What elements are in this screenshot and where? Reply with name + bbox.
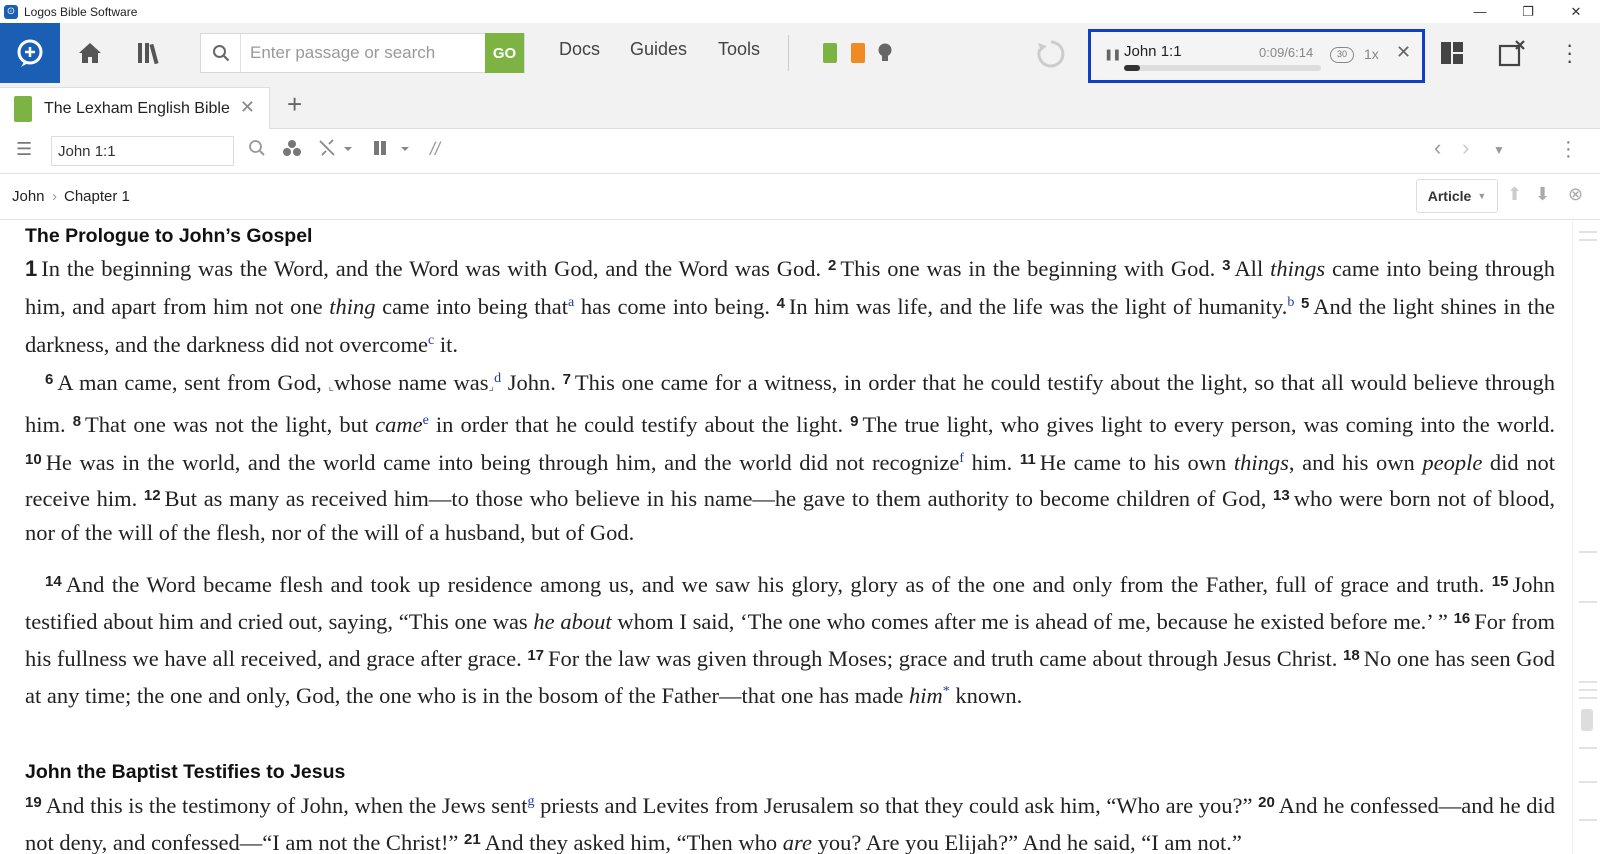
- breadcrumb-bar: John › Chapter 1 Article ▼ ⬆ ⬇ ⊗: [0, 174, 1600, 220]
- window-title: Logos Bible Software: [24, 4, 138, 19]
- skip-back-30-icon[interactable]: 30: [1330, 47, 1354, 63]
- tab-strip: The Lexham English Bible ✕ +: [0, 83, 1600, 129]
- next-section-icon[interactable]: ⬇: [1535, 184, 1550, 205]
- resource-toolbar: ☰ // ‹ › ▼ ···: [0, 129, 1600, 174]
- panel-more-icon[interactable]: · · ·: [1565, 132, 1572, 166]
- close-button[interactable]: ✕: [1552, 0, 1600, 23]
- bible-text: The Prologue to John’s Gospel 1 In the be…: [0, 221, 1570, 854]
- tab-label: The Lexham English Bible: [44, 99, 230, 117]
- parallel-resources-icon[interactable]: [373, 139, 413, 162]
- close-player-icon[interactable]: ✕: [1396, 42, 1411, 63]
- scroll-thumb[interactable]: [1581, 709, 1593, 731]
- close-tab-icon[interactable]: ✕: [240, 97, 255, 118]
- view-mode-label: Article: [1427, 188, 1472, 204]
- history-dropdown-icon[interactable]: ▼: [1493, 143, 1505, 157]
- forward-icon[interactable]: ›: [1462, 135, 1469, 161]
- pause-icon[interactable]: ❚❚: [1104, 48, 1121, 61]
- text-scroll-map[interactable]: [1572, 221, 1600, 854]
- audio-reference: John 1:1: [1124, 43, 1182, 60]
- logos-home-logo-icon[interactable]: [0, 23, 60, 83]
- section-heading: John the Baptist Testifies to Jesus: [25, 761, 346, 783]
- breadcrumb-chapter[interactable]: Chapter 1: [64, 188, 130, 205]
- view-mode-dropdown[interactable]: Article ▼: [1416, 179, 1498, 213]
- search-icon: [201, 34, 241, 72]
- interlinear-icon[interactable]: //: [430, 139, 440, 160]
- audio-time: 0:09/6:14: [1259, 45, 1314, 60]
- tools-menu[interactable]: Tools: [718, 39, 760, 60]
- breadcrumb-book[interactable]: John: [12, 188, 45, 205]
- paragraph: 1 In the beginning was the Word, and the …: [25, 256, 1555, 357]
- sync-icon[interactable]: [1036, 39, 1066, 74]
- home-icon[interactable]: [60, 23, 120, 83]
- logos-app-icon: ⊙: [4, 4, 18, 19]
- lexham-bible-shortcut-icon[interactable]: [823, 43, 837, 63]
- audio-progress-bar[interactable]: [1124, 65, 1321, 71]
- previous-section-icon[interactable]: ⬆: [1507, 184, 1522, 205]
- layouts-icon[interactable]: [1440, 41, 1464, 70]
- add-tab-icon[interactable]: +: [287, 89, 302, 120]
- link-set-icon[interactable]: [318, 139, 358, 162]
- more-options-icon[interactable]: · · ·: [1566, 34, 1573, 72]
- visual-filter-icon[interactable]: [282, 139, 302, 162]
- panel-menu-icon[interactable]: ☰: [16, 139, 32, 160]
- audio-player: ❚❚ John 1:1 0:09/6:14 30 1x ✕: [1088, 29, 1425, 83]
- section-heading: The Prologue to John’s Gospel: [25, 225, 313, 247]
- lightbulb-icon[interactable]: [877, 42, 893, 69]
- docs-menu[interactable]: Docs: [559, 39, 600, 60]
- tab-lexham-english-bible[interactable]: The Lexham English Bible ✕: [0, 87, 270, 129]
- search-icon[interactable]: [248, 139, 266, 162]
- chevron-down-icon: ▼: [1477, 191, 1487, 201]
- reference-box[interactable]: [51, 136, 234, 166]
- breadcrumb-separator: ›: [52, 188, 57, 205]
- minimize-button[interactable]: —: [1456, 0, 1504, 23]
- paragraph: 14 And the Word became flesh and took up …: [25, 572, 1555, 709]
- search-box: GO: [200, 33, 525, 73]
- close-breadcrumb-icon[interactable]: ⊗: [1568, 184, 1583, 205]
- library-icon[interactable]: [120, 23, 180, 83]
- toolbar-divider: [788, 35, 789, 71]
- close-panels-icon[interactable]: [1498, 39, 1526, 72]
- paragraph: 6A man came, sent from God, ⌞whose name …: [25, 370, 1556, 546]
- search-input[interactable]: [241, 35, 485, 71]
- playback-speed[interactable]: 1x: [1364, 46, 1379, 62]
- resource-shortcut-icon[interactable]: [851, 43, 865, 63]
- paragraph: 19 And this is the testimony of John, whe…: [25, 793, 1555, 854]
- window-title-bar: ⊙ Logos Bible Software — ❐ ✕: [0, 0, 1600, 23]
- guides-menu[interactable]: Guides: [630, 39, 687, 60]
- restore-button[interactable]: ❐: [1504, 0, 1552, 23]
- book-cover-icon: [14, 95, 32, 122]
- go-button[interactable]: GO: [485, 33, 524, 73]
- back-icon[interactable]: ‹: [1434, 135, 1441, 161]
